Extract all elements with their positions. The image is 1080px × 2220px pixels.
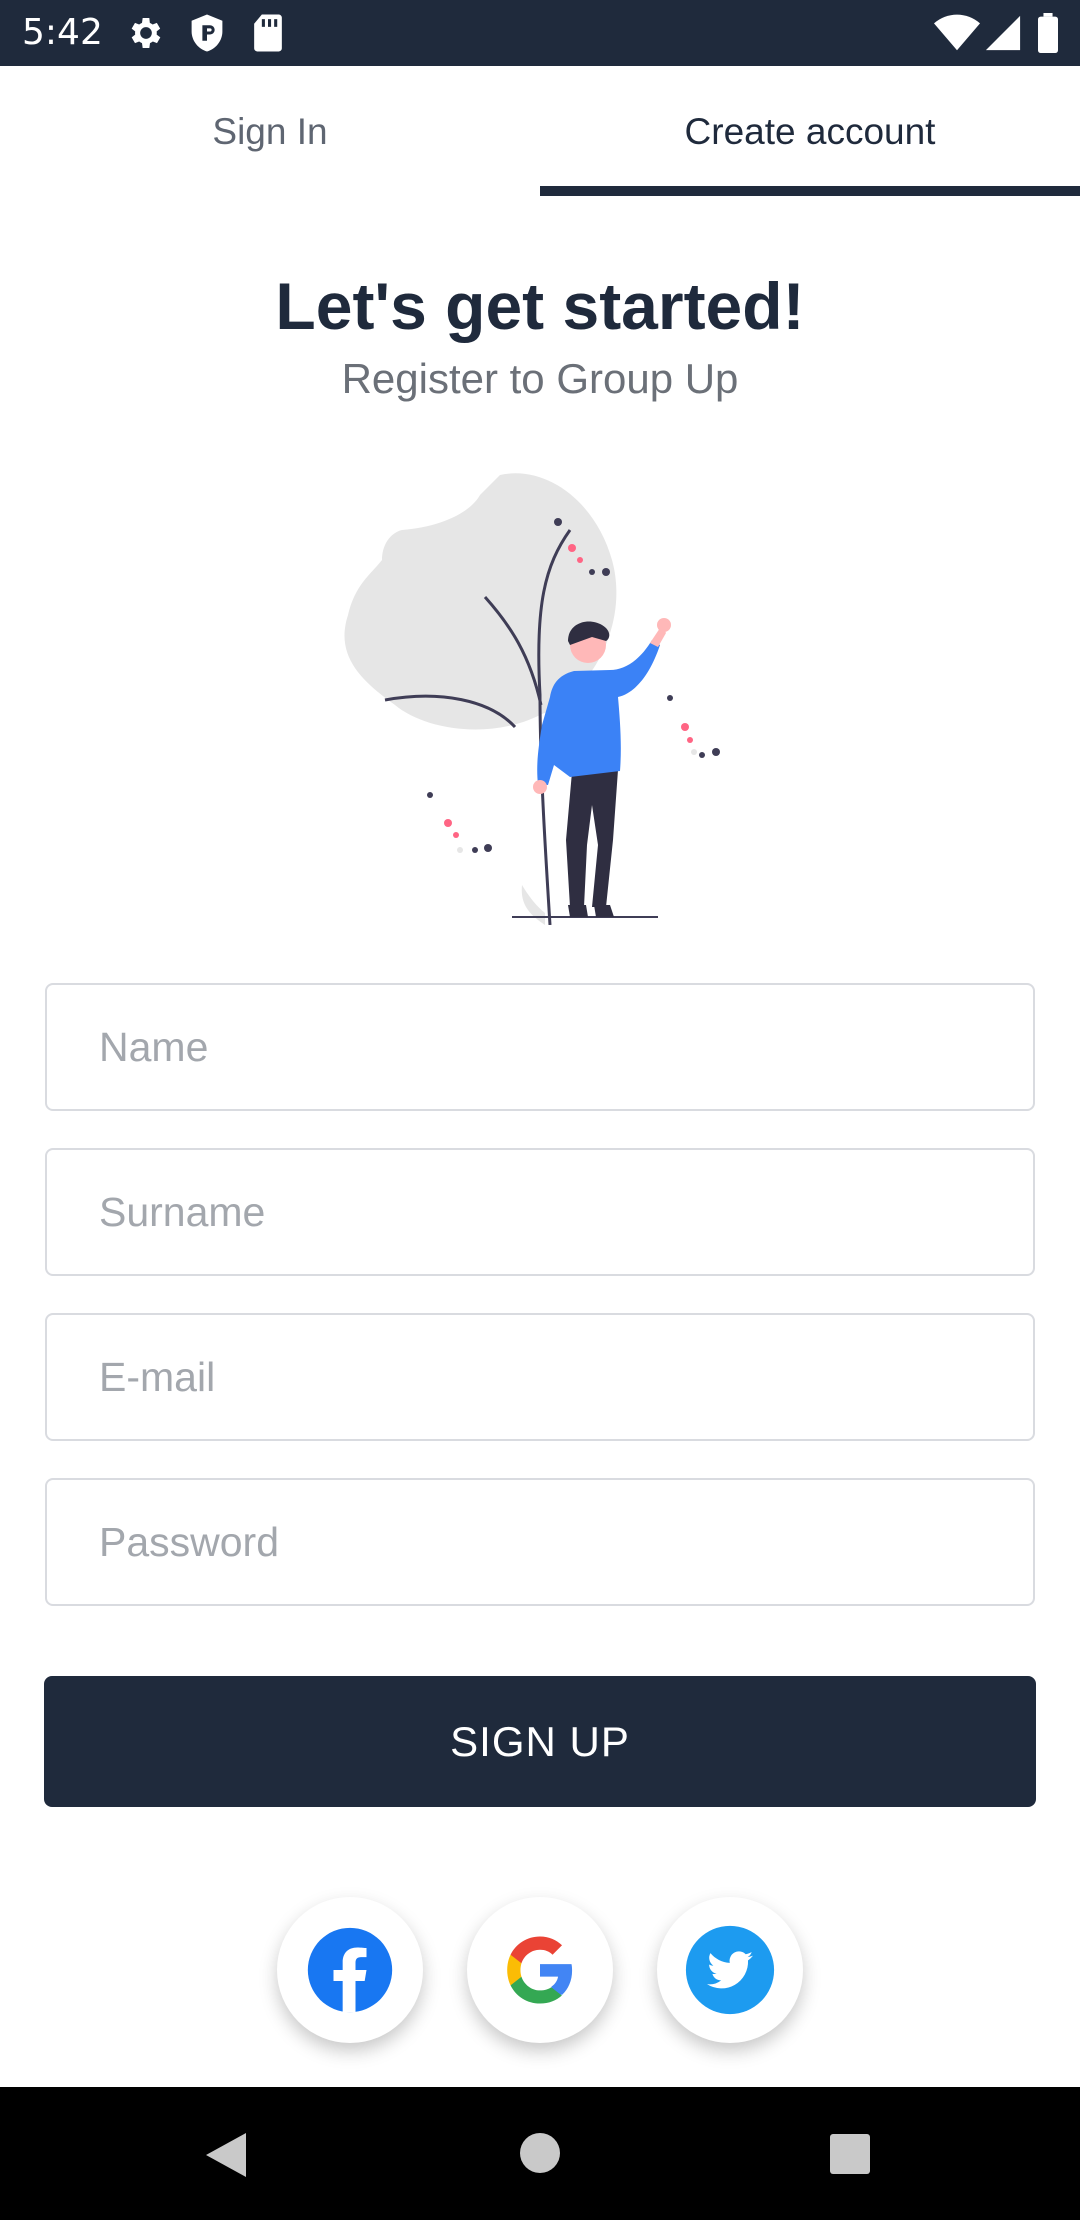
google-icon	[507, 1936, 573, 2004]
twitter-login-button[interactable]	[657, 1897, 803, 2043]
surname-field[interactable]	[45, 1148, 1035, 1276]
page-title: Let's get started!	[275, 269, 805, 343]
shield-icon	[191, 14, 223, 52]
status-time: 5:42	[22, 12, 103, 53]
facebook-login-button[interactable]	[277, 1897, 423, 2043]
signal-icon	[985, 15, 1021, 51]
email-input[interactable]	[47, 1315, 1033, 1439]
status-bar: 5:42	[0, 0, 1080, 66]
name-field[interactable]	[45, 983, 1035, 1111]
battery-icon	[1038, 13, 1058, 53]
auth-tabs: Sign In Create account	[0, 66, 1080, 198]
recents-icon[interactable]	[829, 2133, 871, 2175]
wifi-icon	[934, 14, 980, 51]
home-icon[interactable]	[519, 2132, 561, 2174]
name-input[interactable]	[47, 985, 1033, 1109]
sign-up-button[interactable]: SIGN UP	[44, 1676, 1036, 1807]
twitter-icon	[685, 1925, 775, 2015]
facebook-icon	[307, 1927, 393, 2013]
email-field[interactable]	[45, 1313, 1035, 1441]
password-input[interactable]	[47, 1480, 1033, 1604]
system-nav-bar	[0, 2087, 1080, 2220]
page-subtitle: Register to Group Up	[341, 355, 739, 402]
sd-card-icon	[254, 14, 282, 52]
tab-sign-in[interactable]: Sign In	[0, 66, 540, 198]
back-icon[interactable]	[204, 2131, 248, 2179]
surname-input[interactable]	[47, 1150, 1033, 1274]
gear-icon	[131, 18, 161, 48]
tab-create-account[interactable]: Create account	[540, 66, 1080, 198]
password-field[interactable]	[45, 1478, 1035, 1606]
tab-indicator	[540, 186, 1080, 196]
google-login-button[interactable]	[467, 1897, 613, 2043]
person-waving-illustration	[344, 473, 720, 925]
